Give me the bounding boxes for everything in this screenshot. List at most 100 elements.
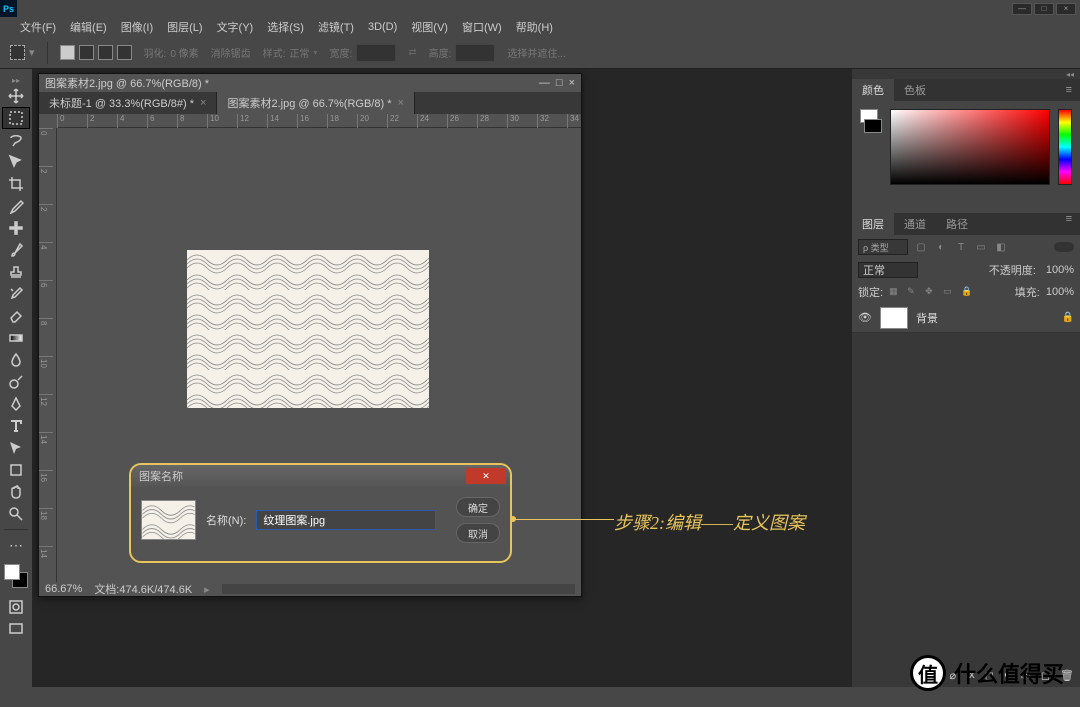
selection-new-icon[interactable]	[60, 45, 75, 60]
edit-toolbar-icon[interactable]: ⋯	[2, 534, 30, 556]
tab-channels[interactable]: 通道	[894, 213, 936, 235]
quick-select-tool[interactable]	[2, 151, 30, 173]
move-tool[interactable]	[2, 85, 30, 107]
shape-tool[interactable]	[2, 459, 30, 481]
marquee-tool-icon[interactable]	[10, 45, 25, 60]
filter-smart-icon[interactable]: ◧	[994, 240, 1008, 254]
maximize-button[interactable]: □	[1034, 3, 1054, 15]
tab-untitled[interactable]: 未标题-1 @ 33.3%(RGB/8#) * ×	[39, 92, 217, 114]
healing-tool[interactable]	[2, 217, 30, 239]
selection-subtract-icon[interactable]	[98, 45, 113, 60]
tab-close-icon[interactable]: ×	[397, 97, 403, 109]
color-field[interactable]	[890, 109, 1050, 185]
tab-color[interactable]: 颜色	[852, 79, 894, 101]
pattern-name-input[interactable]	[256, 510, 436, 530]
doc-size[interactable]: 文档:474.6K/474.6K	[94, 581, 192, 597]
panel-bg-swatch[interactable]	[864, 119, 882, 133]
tab-close-icon[interactable]: ×	[200, 97, 206, 109]
selection-intersect-icon[interactable]	[117, 45, 132, 60]
color-panel-tabs: 颜色 色板 ≡	[852, 79, 1080, 101]
filter-adjustment-icon[interactable]: ◐	[934, 240, 948, 254]
dodge-tool[interactable]	[2, 371, 30, 393]
menu-file[interactable]: 文件(F)	[20, 19, 56, 35]
selection-add-icon[interactable]	[79, 45, 94, 60]
menu-image[interactable]: 图像(I)	[121, 19, 153, 35]
hue-slider[interactable]	[1058, 109, 1072, 185]
filter-toggle[interactable]	[1054, 242, 1074, 252]
lasso-tool[interactable]	[2, 129, 30, 151]
close-button[interactable]: ×	[1056, 3, 1076, 15]
fill-value[interactable]: 100%	[1046, 286, 1074, 298]
history-brush-tool[interactable]	[2, 283, 30, 305]
tools-collapse-icon[interactable]: ▸▸	[0, 75, 32, 85]
layer-name[interactable]: 背景	[916, 310, 938, 326]
lock-label: 锁定:	[858, 284, 883, 300]
doc-close-icon[interactable]: ×	[569, 77, 575, 89]
gradient-tool[interactable]	[2, 327, 30, 349]
cancel-button[interactable]: 取消	[456, 523, 500, 543]
menu-type[interactable]: 文字(Y)	[217, 19, 254, 35]
layers-menu-icon[interactable]: ≡	[1058, 213, 1080, 235]
lock-position-icon[interactable]: ✥	[925, 286, 937, 298]
menu-edit[interactable]: 编辑(E)	[70, 19, 107, 35]
tab-layers[interactable]: 图层	[852, 213, 894, 235]
refine-edge-button[interactable]: 选择并遮住...	[507, 45, 565, 60]
menu-3d[interactable]: 3D(D)	[368, 21, 397, 33]
window-controls: — □ ×	[1012, 3, 1076, 15]
tab-paths[interactable]: 路径	[936, 213, 978, 235]
document-titlebar[interactable]: 图案素材2.jpg @ 66.7%(RGB/8) * — □ ×	[39, 74, 581, 92]
tab-swatches[interactable]: 色板	[894, 79, 936, 101]
filter-type-dropdown[interactable]: ρ 类型	[858, 239, 908, 255]
color-swatches[interactable]	[4, 564, 28, 588]
filter-type-icon[interactable]: T	[954, 240, 968, 254]
eyedropper-tool[interactable]	[2, 195, 30, 217]
stamp-tool[interactable]	[2, 261, 30, 283]
type-tool[interactable]	[2, 415, 30, 437]
menu-select[interactable]: 选择(S)	[267, 19, 304, 35]
feather-value[interactable]: 0 像素	[170, 45, 198, 60]
hand-tool[interactable]	[2, 481, 30, 503]
blend-mode-dropdown[interactable]: 正常	[858, 262, 918, 278]
dialog-close-button[interactable]: ✕	[466, 468, 506, 484]
menu-help[interactable]: 帮助(H)	[516, 19, 553, 35]
tab-pattern[interactable]: 图案素材2.jpg @ 66.7%(RGB/8) * ×	[217, 92, 414, 114]
canvas-area: 图案素材2.jpg @ 66.7%(RGB/8) * — □ × 未标题-1 @…	[32, 69, 852, 687]
horizontal-scrollbar[interactable]	[222, 584, 575, 594]
lock-all-icon[interactable]: 🔒	[961, 286, 973, 298]
ok-button[interactable]: 确定	[456, 497, 500, 517]
menu-window[interactable]: 窗口(W)	[462, 19, 502, 35]
layer-row[interactable]: 👁 背景 🔒	[852, 303, 1080, 333]
layer-thumbnail[interactable]	[880, 307, 908, 329]
marquee-tool[interactable]	[2, 107, 30, 129]
opacity-value[interactable]: 100%	[1046, 264, 1074, 276]
menu-layer[interactable]: 图层(L)	[167, 19, 202, 35]
lock-transparency-icon[interactable]: ▦	[889, 286, 901, 298]
panel-collapse-icon[interactable]: ◂◂	[852, 69, 1080, 79]
zoom-tool[interactable]	[2, 503, 30, 525]
menu-filter[interactable]: 滤镜(T)	[318, 19, 354, 35]
crop-tool[interactable]	[2, 173, 30, 195]
lock-artboard-icon[interactable]: ▭	[943, 286, 955, 298]
doc-minimize-icon[interactable]: —	[539, 77, 550, 89]
brush-tool[interactable]	[2, 239, 30, 261]
doc-maximize-icon[interactable]: □	[556, 77, 563, 89]
filter-image-icon[interactable]: ▢	[914, 240, 928, 254]
pen-tool[interactable]	[2, 393, 30, 415]
panel-menu-icon[interactable]: ≡	[1058, 84, 1080, 96]
menu-view[interactable]: 视图(V)	[411, 19, 448, 35]
foreground-swatch[interactable]	[4, 564, 20, 580]
style-dropdown[interactable]: 正常	[289, 45, 309, 60]
filter-shape-icon[interactable]: ▭	[974, 240, 988, 254]
ruler-vertical[interactable]: 022468101214161814	[39, 128, 57, 582]
eraser-tool[interactable]	[2, 305, 30, 327]
screen-mode-icon[interactable]	[2, 618, 30, 640]
quick-mask-icon[interactable]	[2, 596, 30, 618]
lock-image-icon[interactable]: ✎	[907, 286, 919, 298]
ruler-horizontal[interactable]: 0246810121416182022242628303234	[57, 114, 581, 128]
zoom-level[interactable]: 66.67%	[45, 583, 82, 595]
blur-tool[interactable]	[2, 349, 30, 371]
dialog-titlebar[interactable]: 图案名称 ✕	[131, 465, 510, 487]
path-tool[interactable]	[2, 437, 30, 459]
minimize-button[interactable]: —	[1012, 3, 1032, 15]
visibility-icon[interactable]: 👁	[858, 311, 872, 324]
